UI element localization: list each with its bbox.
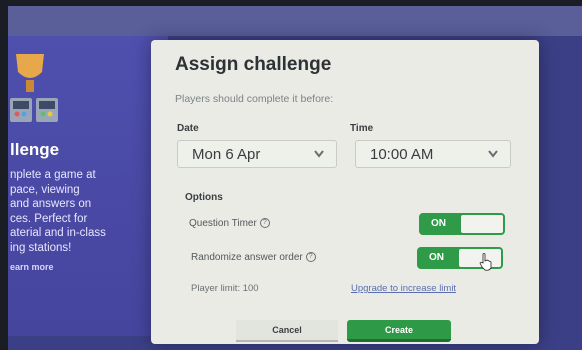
upgrade-link[interactable]: Upgrade to increase limit: [351, 283, 456, 294]
side-description-line: pace, viewing: [10, 183, 80, 196]
side-description-line: aterial and in-class: [10, 227, 106, 239]
side-description-line: ing stations!: [10, 241, 72, 254]
assign-challenge-modal: Assign challenge Players should complete…: [151, 40, 539, 344]
date-label: Date: [177, 123, 199, 134]
trophy-icon: [10, 54, 58, 122]
side-description-line: ces. Perfect for: [10, 212, 88, 225]
challenge-info-panel: llenge nplete a game at pace, viewing an…: [8, 36, 168, 336]
time-value: 10:00 AM: [370, 145, 434, 163]
modal-title: Assign challenge: [175, 54, 332, 75]
date-select[interactable]: Mon 6 Apr: [177, 140, 337, 168]
question-timer-label: Question Timer: [189, 218, 257, 229]
learn-more-link[interactable]: earn more: [10, 262, 54, 272]
screen: llenge nplete a game at pace, viewing an…: [8, 6, 582, 350]
player-limit: Player limit: 100: [191, 283, 259, 294]
side-description-line: and answers on: [10, 198, 92, 210]
chevron-down-icon: [488, 150, 498, 158]
top-bar: [8, 6, 582, 36]
options-label: Options: [185, 192, 223, 203]
question-timer-row: Question Timer?: [189, 218, 270, 229]
cancel-button[interactable]: Cancel: [236, 320, 338, 342]
date-value: Mon 6 Apr: [192, 145, 261, 163]
create-button[interactable]: Create: [347, 320, 451, 342]
toggle-state: ON: [429, 252, 444, 263]
toggle-state: ON: [431, 218, 446, 229]
side-description: nplete a game at pace, viewing and answe…: [10, 168, 160, 255]
randomize-row: Randomize answer order?: [191, 252, 316, 263]
help-icon[interactable]: ?: [259, 218, 270, 229]
randomize-label: Randomize answer order: [191, 252, 303, 263]
help-icon[interactable]: ?: [305, 252, 316, 263]
hand-cursor-icon: [479, 253, 492, 271]
side-description-line: nplete a game at: [10, 169, 96, 181]
question-timer-toggle[interactable]: ON: [419, 213, 505, 235]
chevron-down-icon: [314, 150, 324, 158]
modal-subtitle: Players should complete it before:: [175, 93, 334, 105]
toggle-knob: [461, 215, 503, 233]
side-heading: llenge: [10, 140, 60, 159]
time-label: Time: [350, 123, 374, 134]
time-select[interactable]: 10:00 AM: [355, 140, 511, 168]
